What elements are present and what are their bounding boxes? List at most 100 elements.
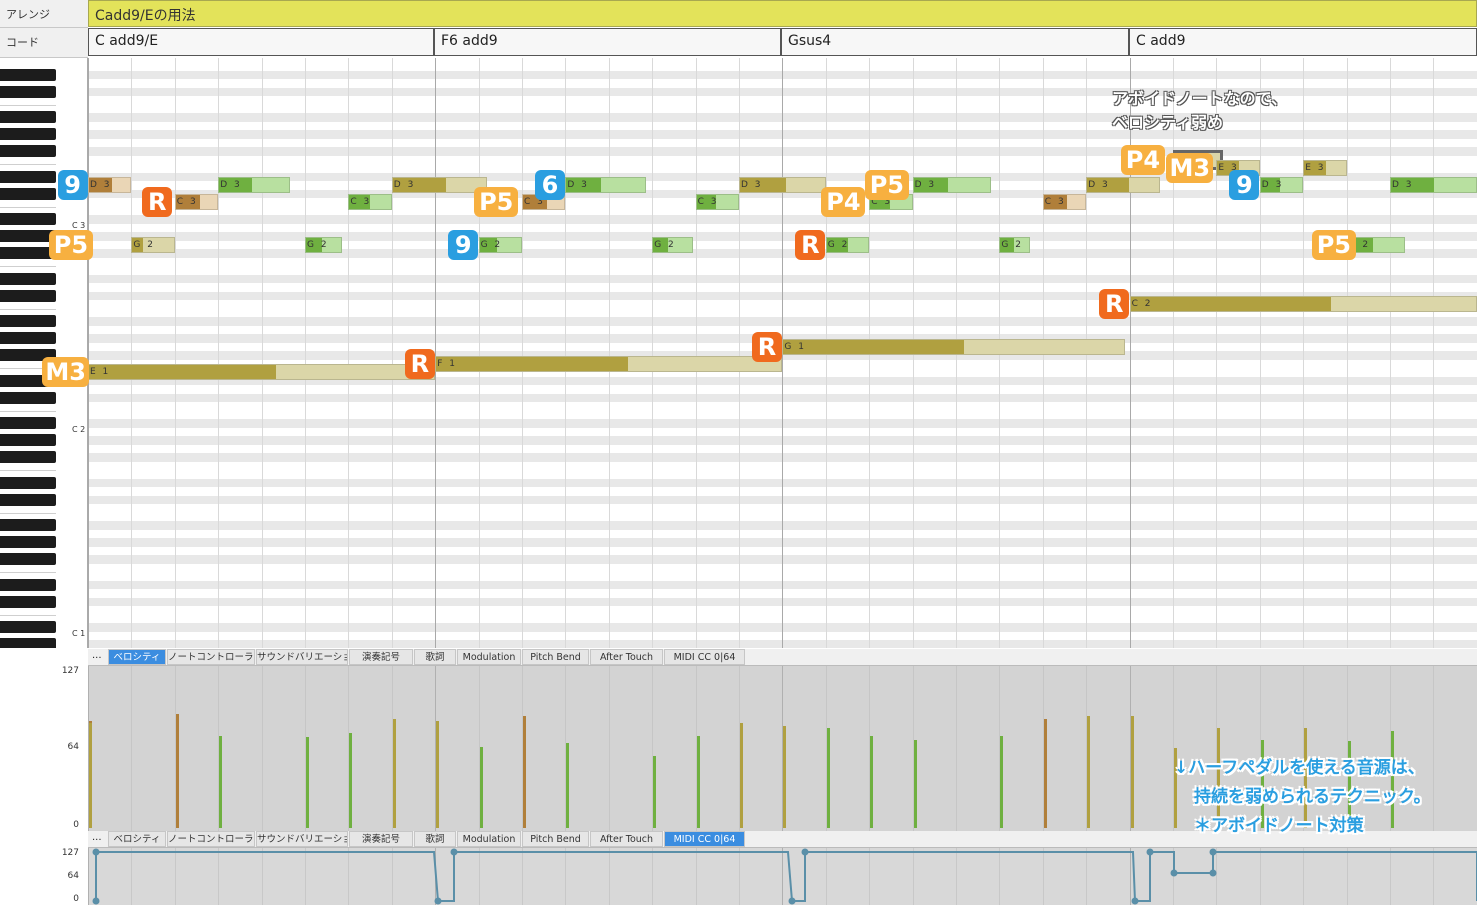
black-key[interactable] [0, 145, 56, 158]
cc64-point[interactable] [1209, 869, 1217, 877]
midi-note[interactable]: G 2 [652, 236, 694, 253]
chord-block-1[interactable]: C add9/E [88, 28, 434, 56]
velocity-lane-tab[interactable]: サウンドバリエーション [256, 649, 348, 665]
midi-note[interactable]: D 3 [88, 177, 132, 194]
velocity-bar[interactable] [783, 725, 787, 828]
velocity-bar[interactable] [219, 735, 223, 828]
cc64-point[interactable] [801, 848, 809, 856]
black-key[interactable] [0, 638, 56, 648]
midi-note[interactable]: D 3 [1259, 177, 1304, 194]
black-key[interactable] [0, 417, 56, 430]
piano-roll-grid[interactable]: D 3 C 3 D 3 G 2 G 2 C 3 D 3 E 1 G 2 C 3 D 3 G 2 C 3 D… [88, 58, 1477, 648]
velocity-bar[interactable] [696, 735, 700, 828]
midi-note[interactable]: G 2 [478, 236, 522, 253]
cc64-point[interactable] [788, 897, 796, 905]
velocity-lane-tab[interactable]: 演奏記号 [349, 649, 413, 665]
arrange-block[interactable]: Cadd9/Eの用法 [88, 0, 1477, 27]
cc-lane-tab[interactable]: ベロシティ [108, 831, 166, 847]
black-key[interactable] [0, 621, 56, 634]
chord-block-3[interactable]: Gsus4 [781, 28, 1129, 56]
velocity-bar[interactable] [479, 747, 483, 828]
black-key[interactable] [0, 272, 56, 285]
velocity-lane-tab[interactable]: MIDI CC 0|64 [664, 649, 745, 665]
black-key[interactable] [0, 230, 56, 243]
midi-note[interactable]: D 3 [1086, 177, 1160, 194]
velocity-bar[interactable] [306, 737, 309, 828]
velocity-bar[interactable] [523, 716, 526, 828]
cc64-point[interactable] [1209, 848, 1217, 856]
tabs-more-button[interactable]: ... [92, 832, 102, 843]
velocity-bar[interactable] [740, 723, 743, 828]
midi-note[interactable]: C 3 [348, 194, 392, 211]
cc-lane-tab[interactable]: After Touch [590, 831, 663, 847]
velocity-bar[interactable] [392, 718, 396, 828]
midi-note[interactable]: G 2 [825, 236, 870, 253]
black-key[interactable] [0, 111, 56, 124]
black-key[interactable] [0, 391, 56, 404]
cc-lane-tab[interactable]: ノートコントローラー [167, 831, 255, 847]
midi-note[interactable]: E 3 [1303, 160, 1347, 177]
velocity-bar[interactable] [175, 713, 179, 828]
chord-block-2[interactable]: F6 add9 [434, 28, 781, 56]
cc64-point[interactable] [1170, 869, 1178, 877]
black-key[interactable] [0, 315, 56, 328]
velocity-lane-tab[interactable]: Pitch Bend [522, 649, 589, 665]
velocity-bar[interactable] [913, 739, 917, 828]
velocity-bar[interactable] [1130, 716, 1134, 828]
cc64-point[interactable] [434, 897, 442, 905]
velocity-lane-tab[interactable]: 歌詞 [414, 649, 456, 665]
velocity-bar[interactable] [826, 728, 830, 828]
midi-note[interactable]: D 3 [1390, 177, 1477, 194]
black-key[interactable] [0, 595, 56, 608]
black-key[interactable] [0, 519, 56, 532]
cc64-lane[interactable] [88, 848, 1477, 905]
black-key[interactable] [0, 128, 56, 141]
velocity-bar[interactable] [1000, 735, 1004, 828]
velocity-bar[interactable] [870, 735, 874, 828]
velocity-bar[interactable] [1043, 718, 1047, 828]
midi-note[interactable]: G 1 [782, 338, 1126, 355]
piano-keyboard[interactable]: C 3 C 2 C 1 [0, 58, 88, 648]
midi-note[interactable]: D 3 [739, 177, 826, 194]
black-key[interactable] [0, 247, 56, 260]
midi-note[interactable]: D 3 [218, 177, 290, 194]
chord-block-4[interactable]: C add9 [1129, 28, 1477, 56]
black-key[interactable] [0, 451, 56, 464]
cc-lane-tab[interactable]: サウンドバリエーション [256, 831, 348, 847]
black-key[interactable] [0, 536, 56, 549]
black-key[interactable] [0, 289, 56, 302]
black-key[interactable] [0, 493, 56, 506]
midi-note[interactable]: D 3 [391, 177, 488, 194]
cc64-curve[interactable] [88, 848, 1477, 905]
velocity-bar[interactable] [566, 743, 570, 828]
black-key[interactable] [0, 213, 56, 226]
black-key[interactable] [0, 578, 56, 591]
velocity-bar[interactable] [653, 755, 657, 828]
midi-note[interactable]: G 2 [999, 236, 1030, 253]
black-key[interactable] [0, 476, 56, 489]
midi-note[interactable]: C 2 [1129, 296, 1477, 313]
midi-note[interactable]: G 2 [305, 236, 342, 253]
velocity-lane-tab[interactable]: After Touch [590, 649, 663, 665]
cc64-point[interactable] [1146, 848, 1154, 856]
velocity-bar[interactable] [436, 721, 440, 828]
black-key[interactable] [0, 85, 56, 98]
black-key[interactable] [0, 68, 56, 81]
velocity-bar[interactable] [349, 733, 353, 828]
cc-lane-tab[interactable]: 演奏記号 [349, 831, 413, 847]
cc-lane-tab[interactable]: MIDI CC 0|64 [664, 831, 745, 847]
black-key[interactable] [0, 170, 56, 183]
velocity-lane-tab[interactable]: ベロシティ [108, 649, 166, 665]
midi-note[interactable]: C 3 [174, 194, 219, 211]
black-key[interactable] [0, 553, 56, 566]
velocity-bar[interactable] [89, 723, 92, 828]
cc-lane-tab[interactable]: Pitch Bend [522, 831, 589, 847]
velocity-bar[interactable] [1087, 716, 1091, 828]
cc64-point[interactable] [92, 848, 100, 856]
velocity-lane-tab[interactable]: ノートコントローラー [167, 649, 255, 665]
cc64-point[interactable] [450, 848, 458, 856]
midi-note[interactable]: F 1 [435, 355, 783, 372]
cc-lane-tab[interactable]: 歌詞 [414, 831, 456, 847]
midi-note[interactable]: D 3 [565, 177, 646, 194]
cc-lane-tab[interactable]: Modulation [457, 831, 521, 847]
